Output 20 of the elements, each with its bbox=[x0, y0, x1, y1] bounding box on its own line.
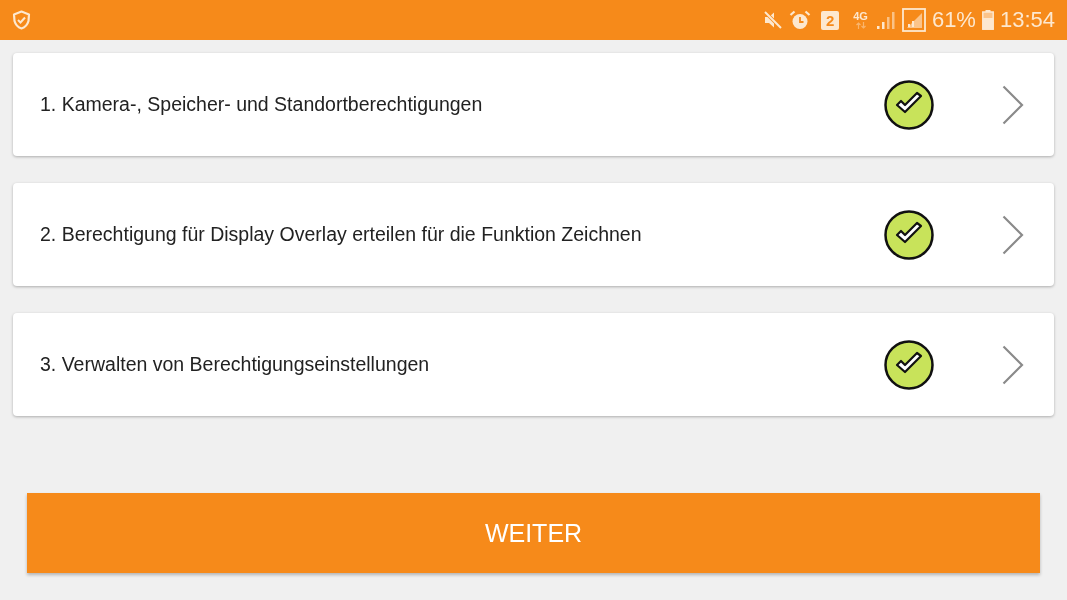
alarm-clock-icon bbox=[789, 9, 812, 31]
step-label: 2. Berechtigung für Display Overlay erteilen für die Funktion Zeichnen bbox=[40, 223, 643, 246]
permission-step-card[interactable]: 1. Kamera-, Speicher- und Standortberechtigungen bbox=[13, 53, 1054, 156]
muted-speaker-icon bbox=[763, 10, 784, 30]
battery-icon bbox=[981, 10, 994, 30]
permission-step-card[interactable]: 3. Verwalten von Berechtigungseinstellungen bbox=[13, 313, 1054, 416]
chevron-right-icon bbox=[1002, 344, 1024, 385]
signal-strength-icon bbox=[901, 8, 926, 32]
chevron-right-icon bbox=[1002, 214, 1024, 255]
sim-slot-label: 2 bbox=[821, 10, 840, 30]
shield-check-icon bbox=[12, 10, 31, 30]
data-arrows-icon bbox=[854, 22, 867, 29]
battery-percentage: 61% bbox=[931, 7, 976, 33]
network-type-label: 4G bbox=[853, 11, 868, 22]
signal-bars-icon bbox=[875, 10, 896, 30]
clock-time: 13:54 bbox=[999, 7, 1055, 33]
chevron-right-icon bbox=[1002, 84, 1024, 125]
step-label: 3. Verwalten von Berechtigungseinstellungen bbox=[40, 353, 431, 376]
permission-step-card[interactable]: 2. Berechtigung für Display Overlay erteilen für die Funktion Zeichnen bbox=[13, 183, 1054, 286]
step-label: 1. Kamera-, Speicher- und Standortberechtigungen bbox=[40, 93, 484, 116]
